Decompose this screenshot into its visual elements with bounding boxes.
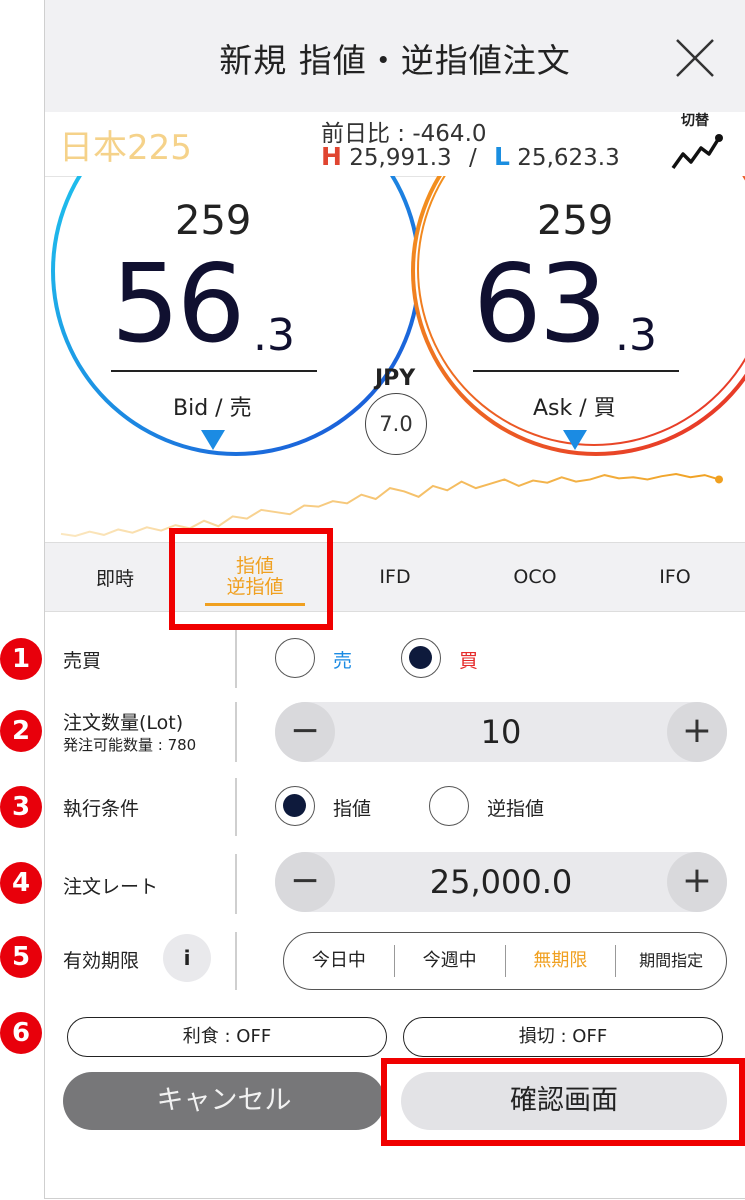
quantity-row: 注文数量(Lot) 発注可能数量 : 780 − 10 + [45,698,745,768]
step-marker-5: 5 [0,936,42,978]
low-letter: L [494,142,510,171]
row-divider [235,630,237,688]
row-divider [235,932,237,990]
expiry-row: 有効期限 i 今日中 今週中 無期限 期間指定 [45,928,745,994]
side-label: 売買 [63,650,102,672]
tab-ifo[interactable]: IFO [605,543,745,611]
step-marker-2: 2 [0,710,42,752]
high-low-separator: / [468,145,477,171]
limit-label: 指値 [333,798,372,820]
expiry-indefinite[interactable]: 無期限 [504,945,616,977]
quantity-stepper: − 10 + [275,702,727,762]
stop-radio[interactable] [429,786,469,826]
bid-triangle-icon [201,430,225,450]
expiry-this-week[interactable]: 今週中 [393,945,505,977]
bid-label: Bid / 売 [173,396,252,421]
tab-oco[interactable]: OCO [465,543,605,611]
buy-label: 買 [459,650,479,672]
expiry-today[interactable]: 今日中 [284,945,394,977]
quantity-increment-button[interactable]: + [667,702,727,762]
rate-label: 注文レート [63,876,159,898]
ask-price-decimal: .3 [615,310,657,361]
bid-underline [111,370,317,372]
tab-market[interactable]: 即時 [45,543,185,611]
high-letter: H [321,142,342,171]
quantity-decrement-button[interactable]: − [275,702,335,762]
rate-increment-button[interactable]: + [667,852,727,912]
rate-stepper: − 25,000.0 + [275,852,727,912]
available-quantity: 発注可能数量 : 780 [63,736,197,754]
low-value: 25,623.3 [517,145,620,171]
step-marker-4: 4 [0,862,42,904]
switch-label[interactable]: 切替 [681,110,709,130]
sell-label: 売 [333,650,353,672]
step-marker-3: 3 [0,786,42,828]
limit-radio[interactable] [275,786,315,826]
rate-value[interactable]: 25,000.0 [335,852,667,912]
price-sparkline [60,472,723,538]
rate-decrement-button[interactable]: − [275,852,335,912]
expiry-segmented-control: 今日中 今週中 無期限 期間指定 [283,932,727,990]
ask-price-main: 63 [473,242,607,367]
high-low: H 25,991.3 / L 25,623.3 [321,142,620,171]
row-divider [235,854,237,914]
high-value: 25,991.3 [349,145,452,171]
condition-label: 執行条件 [63,798,140,820]
page-title: 新規 指値・逆指値注文 [219,41,571,80]
condition-row: 執行条件 指値 逆指値 [45,774,745,838]
sparkline-path [60,472,720,538]
bid-price-decimal: .3 [253,310,295,361]
symbol-name: 日本225 [59,128,192,168]
stop-loss-toggle[interactable]: 損切 : OFF [403,1017,723,1057]
symbol-info: 日本225 前日比 : -464.0 H 25,991.3 / L 25,623… [45,112,745,177]
ask-price-prefix: 259 [537,198,614,244]
ask-underline [473,370,679,372]
expiry-label: 有効期限 [63,950,140,972]
highlight-box-confirm [381,1058,745,1146]
row-divider [235,778,237,836]
sparkline-last-point [715,475,723,484]
bid-price-prefix: 259 [175,198,252,244]
ask-triangle-icon [563,430,587,450]
side-row: 売買 売 買 [45,626,745,690]
close-icon[interactable] [673,36,717,80]
header: 新規 指値・逆指値注文 [45,0,745,112]
order-type-tabs: 即時 指値 逆指値 IFD OCO IFO [45,542,745,612]
step-marker-1: 1 [0,638,42,680]
spread-value: 7.0 [365,393,427,455]
sell-radio[interactable] [275,638,315,678]
quantity-value[interactable]: 10 [335,702,667,762]
highlight-box-tab [169,528,333,630]
cancel-button[interactable]: キャンセル [63,1072,385,1130]
spread-currency: JPY [375,366,416,391]
quantity-label: 注文数量(Lot) [63,712,184,734]
bid-price-main: 56 [111,242,245,367]
step-marker-6: 6 [0,1012,42,1054]
buy-radio[interactable] [401,638,441,678]
expiry-custom-period[interactable]: 期間指定 [615,945,726,977]
take-profit-toggle[interactable]: 利食 : OFF [67,1017,387,1057]
stop-label: 逆指値 [487,798,545,820]
row-divider [235,702,237,762]
expiry-info-button[interactable]: i [163,934,211,982]
ask-label: Ask / 買 [533,396,616,421]
rate-row: 注文レート − 25,000.0 + [45,850,745,920]
order-panel: 新規 指値・逆指値注文 日本225 前日比 : -464.0 H 25,991.… [44,0,745,1199]
chart-switch-icon[interactable] [669,130,725,172]
quote-area: 259 56 .3 Bid / 売 259 63 .3 Ask / 買 JPY … [45,176,745,466]
tab-ifd[interactable]: IFD [325,543,465,611]
